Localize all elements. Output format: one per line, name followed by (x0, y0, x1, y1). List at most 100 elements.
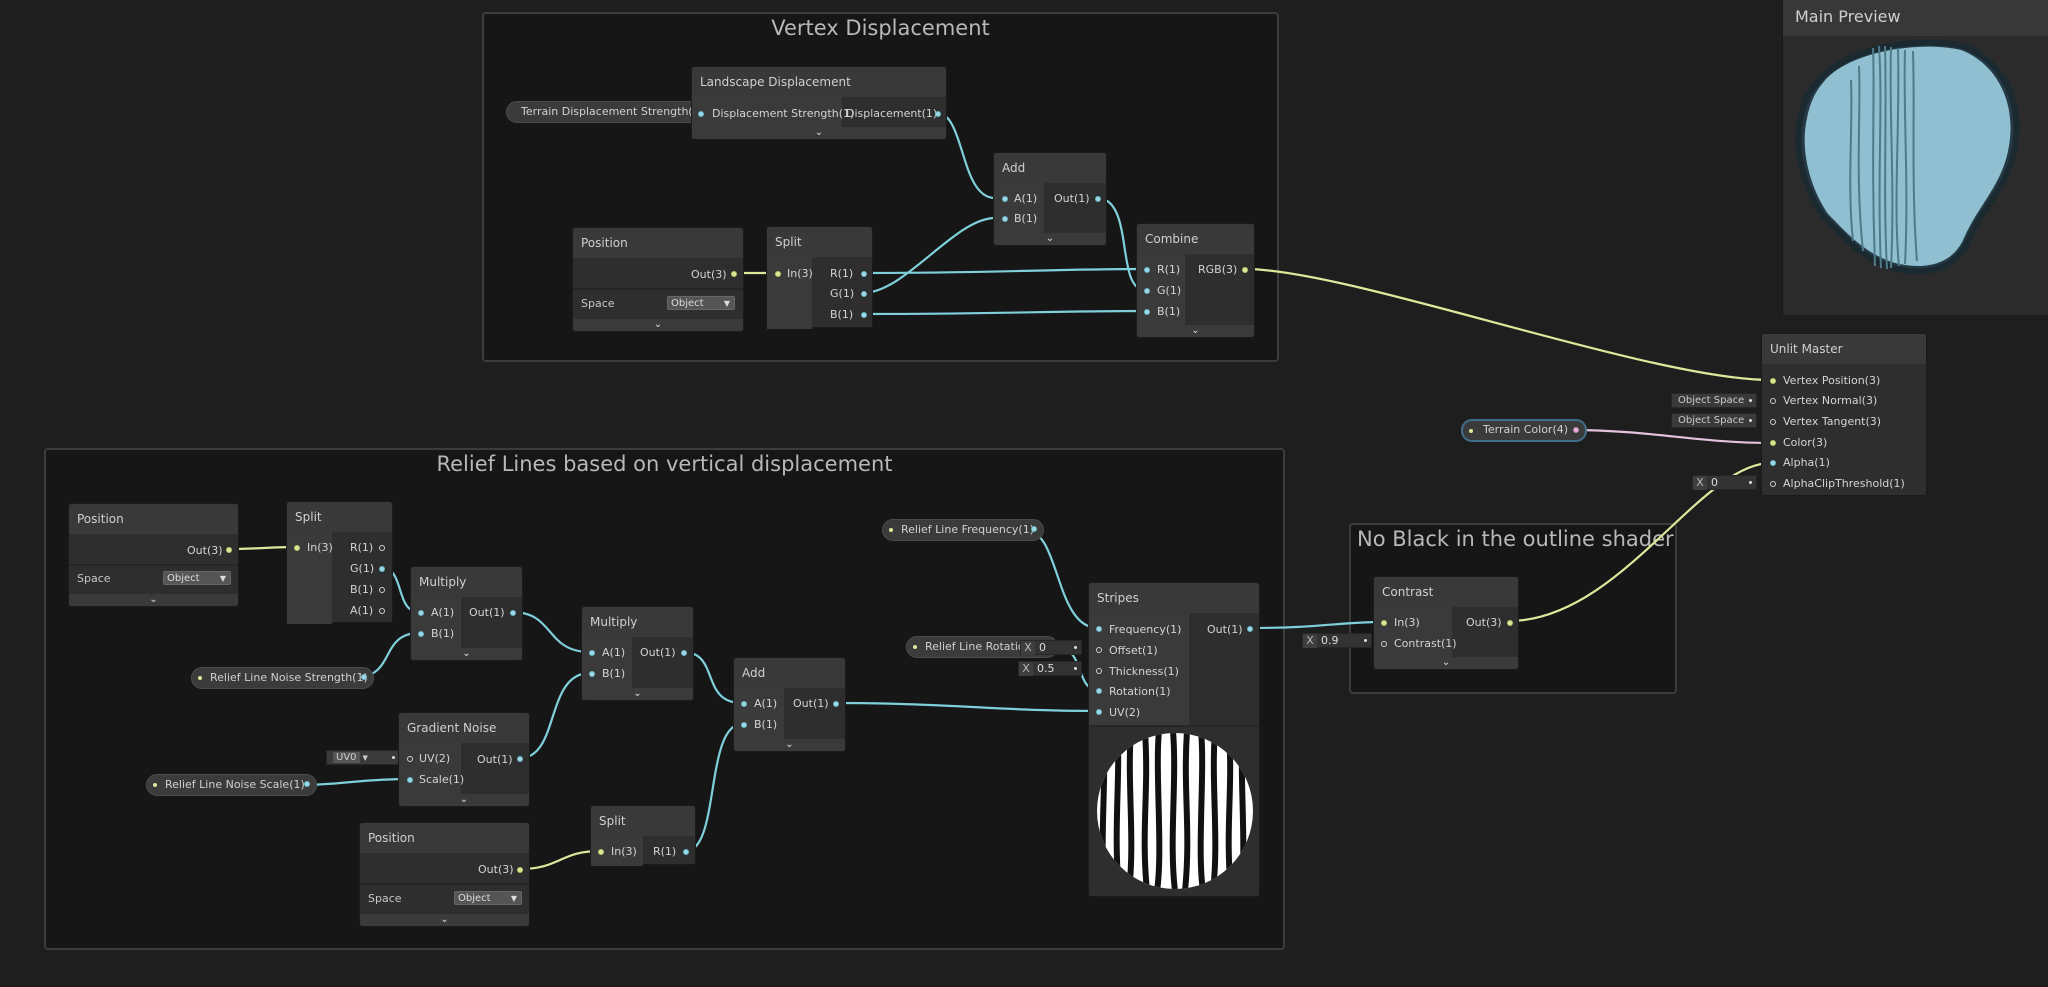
node-multiply-1[interactable]: Multiply A(1) B(1) Out(1) ⌄ (410, 566, 523, 661)
collapse-chevron-icon[interactable]: ⌄ (69, 594, 238, 606)
input-port-b[interactable] (741, 722, 747, 728)
output-port-r[interactable] (379, 545, 385, 551)
input-port-alpha[interactable] (1770, 460, 1776, 466)
contrast-value-field[interactable]: X 0.9 (1302, 633, 1372, 648)
collapse-chevron-icon[interactable]: ⌄ (573, 319, 743, 331)
input-port-a[interactable] (589, 650, 595, 656)
node-split-bottom[interactable]: Split In(3) R(1) (590, 805, 696, 866)
stripes-offset-field[interactable]: X0 (1020, 640, 1082, 655)
output-port-out[interactable] (226, 547, 232, 553)
output-port-b[interactable] (861, 312, 867, 318)
stripes-thickness-field[interactable]: X 0.5 (1018, 661, 1082, 676)
input-port-in[interactable] (294, 545, 300, 551)
input-port-g[interactable] (1144, 288, 1150, 294)
node-position-top[interactable]: Position Out(3) Space Object ▼ ⌄ (572, 227, 744, 332)
output-port-out[interactable] (1507, 620, 1513, 626)
property-output-port[interactable] (1573, 427, 1579, 433)
input-port-a[interactable] (1002, 196, 1008, 202)
input-port-scale[interactable] (407, 777, 413, 783)
space-dropdown[interactable]: Object ▼ (454, 891, 522, 905)
collapse-chevron-icon[interactable]: ⌄ (1374, 657, 1518, 669)
alpha-clip-threshold-field[interactable]: X0 (1692, 475, 1757, 490)
property-output-port[interactable] (1031, 526, 1037, 532)
input-port-b[interactable] (589, 671, 595, 677)
output-port-out[interactable] (1247, 626, 1253, 632)
input-port-b[interactable] (418, 631, 424, 637)
input-port-in[interactable] (775, 271, 781, 277)
vertex-normal-space-field[interactable]: Object Space (1671, 393, 1757, 408)
input-port-thickness[interactable] (1096, 668, 1102, 674)
node-unlit-master[interactable]: Unlit Master Vertex Position(3) Vertex N… (1761, 333, 1927, 496)
input-port-uv[interactable] (407, 756, 413, 762)
input-port-vertex-normal[interactable] (1770, 398, 1776, 404)
node-position-bottom[interactable]: Position Out(3) Space Object ▼ ⌄ (359, 822, 530, 927)
output-port-a[interactable] (379, 608, 385, 614)
vertex-tangent-space-field[interactable]: Object Space (1671, 413, 1757, 428)
collapse-chevron-icon[interactable]: ⌄ (692, 127, 946, 139)
collapse-chevron-icon[interactable]: ⌄ (582, 688, 693, 700)
input-port-in[interactable] (1381, 620, 1387, 626)
property-relief-line-frequency[interactable]: Relief Line Frequency(1) (882, 519, 1044, 541)
input-port-a[interactable] (741, 701, 747, 707)
collapse-chevron-icon[interactable]: ⌄ (399, 794, 529, 806)
node-position-left[interactable]: Position Out(3) Space Object ▼ ⌄ (68, 503, 239, 607)
output-port-out[interactable] (681, 650, 687, 656)
node-split-top[interactable]: Split In(3) R(1) G(1) B(1) (766, 226, 873, 329)
output-port-out[interactable] (1095, 196, 1101, 202)
property-output-port[interactable] (361, 674, 367, 680)
input-port-vertex-position[interactable] (1770, 378, 1776, 384)
output-port-b[interactable] (379, 587, 385, 593)
input-port-offset[interactable] (1096, 647, 1102, 653)
input-port-alpha-clip-threshold[interactable] (1770, 481, 1776, 487)
collapse-chevron-icon[interactable]: ⌄ (734, 739, 845, 751)
input-port-vertex-tangent[interactable] (1770, 419, 1776, 425)
input-port-r[interactable] (1144, 267, 1150, 273)
output-port-out[interactable] (517, 867, 523, 873)
output-port-out[interactable] (510, 610, 516, 616)
collapse-chevron-icon[interactable]: ⌄ (994, 233, 1106, 245)
collapse-chevron-icon[interactable]: ⌄ (411, 648, 522, 660)
output-port-out[interactable] (731, 271, 737, 277)
output-port-displacement[interactable] (935, 111, 941, 117)
collapse-chevron-icon[interactable]: ⌄ (1137, 325, 1254, 337)
port-label: A(1) (431, 606, 455, 619)
input-port-displacement-strength[interactable] (698, 111, 704, 117)
property-relief-line-noise-strength[interactable]: Relief Line Noise Strength(1) (191, 667, 374, 689)
input-port-in[interactable] (598, 849, 604, 855)
uv-channel-dropdown[interactable]: UV0 ▼ (326, 750, 400, 765)
input-port-uv[interactable] (1096, 709, 1102, 715)
output-port-out[interactable] (517, 756, 523, 762)
output-port-r[interactable] (861, 271, 867, 277)
output-port-rgb[interactable] (1242, 267, 1248, 273)
collapse-chevron-icon[interactable]: ⌄ (360, 914, 529, 926)
property-relief-line-noise-scale[interactable]: Relief Line Noise Scale(1) (146, 774, 317, 796)
node-stripes[interactable]: Stripes Frequency(1) Offset(1) Thickness… (1088, 582, 1260, 897)
node-contrast[interactable]: Contrast In(3) Contrast(1) Out(3) ⌄ (1373, 576, 1519, 670)
node-multiply-2[interactable]: Multiply A(1) B(1) Out(1) ⌄ (581, 606, 694, 701)
input-port-contrast[interactable] (1381, 641, 1387, 647)
input-port-rotation[interactable] (1096, 688, 1102, 694)
node-add-top[interactable]: Add A(1) B(1) Out(1) ⌄ (993, 152, 1107, 246)
input-port-b[interactable] (1002, 216, 1008, 222)
node-gradient-noise[interactable]: Gradient Noise UV(2) Scale(1) Out(1) ⌄ (398, 712, 530, 807)
input-port-frequency[interactable] (1096, 626, 1102, 632)
node-landscape-displacement[interactable]: Landscape Displacement Displacement Stre… (691, 66, 947, 140)
node-add-mid[interactable]: Add A(1) B(1) Out(1) ⌄ (733, 657, 846, 752)
main-preview-panel[interactable]: Main Preview (1782, 0, 2048, 315)
output-port-out[interactable] (833, 701, 839, 707)
node-split-left[interactable]: Split In(3) R(1) G(1) B(1) A(1) (286, 501, 393, 624)
output-port-g[interactable] (861, 291, 867, 297)
preview-shape[interactable] (1783, 36, 2048, 315)
input-port-a[interactable] (418, 610, 424, 616)
input-port-color[interactable] (1770, 440, 1776, 446)
property-output-port[interactable] (304, 781, 310, 787)
property-terrain-displacement-strength[interactable]: Terrain Displacement Strength(1) (506, 101, 706, 123)
input-port-b[interactable] (1144, 309, 1150, 315)
property-terrain-color[interactable]: Terrain Color(4) (1461, 419, 1587, 442)
output-port-g[interactable] (379, 566, 385, 572)
space-dropdown[interactable]: Object ▼ (667, 296, 735, 310)
output-port-r[interactable] (683, 849, 689, 855)
node-combine[interactable]: Combine R(1) G(1) B(1) RGB(3) ⌄ (1136, 223, 1255, 338)
space-dropdown[interactable]: Object ▼ (163, 571, 231, 585)
port-label: RGB(3) (1198, 263, 1238, 276)
